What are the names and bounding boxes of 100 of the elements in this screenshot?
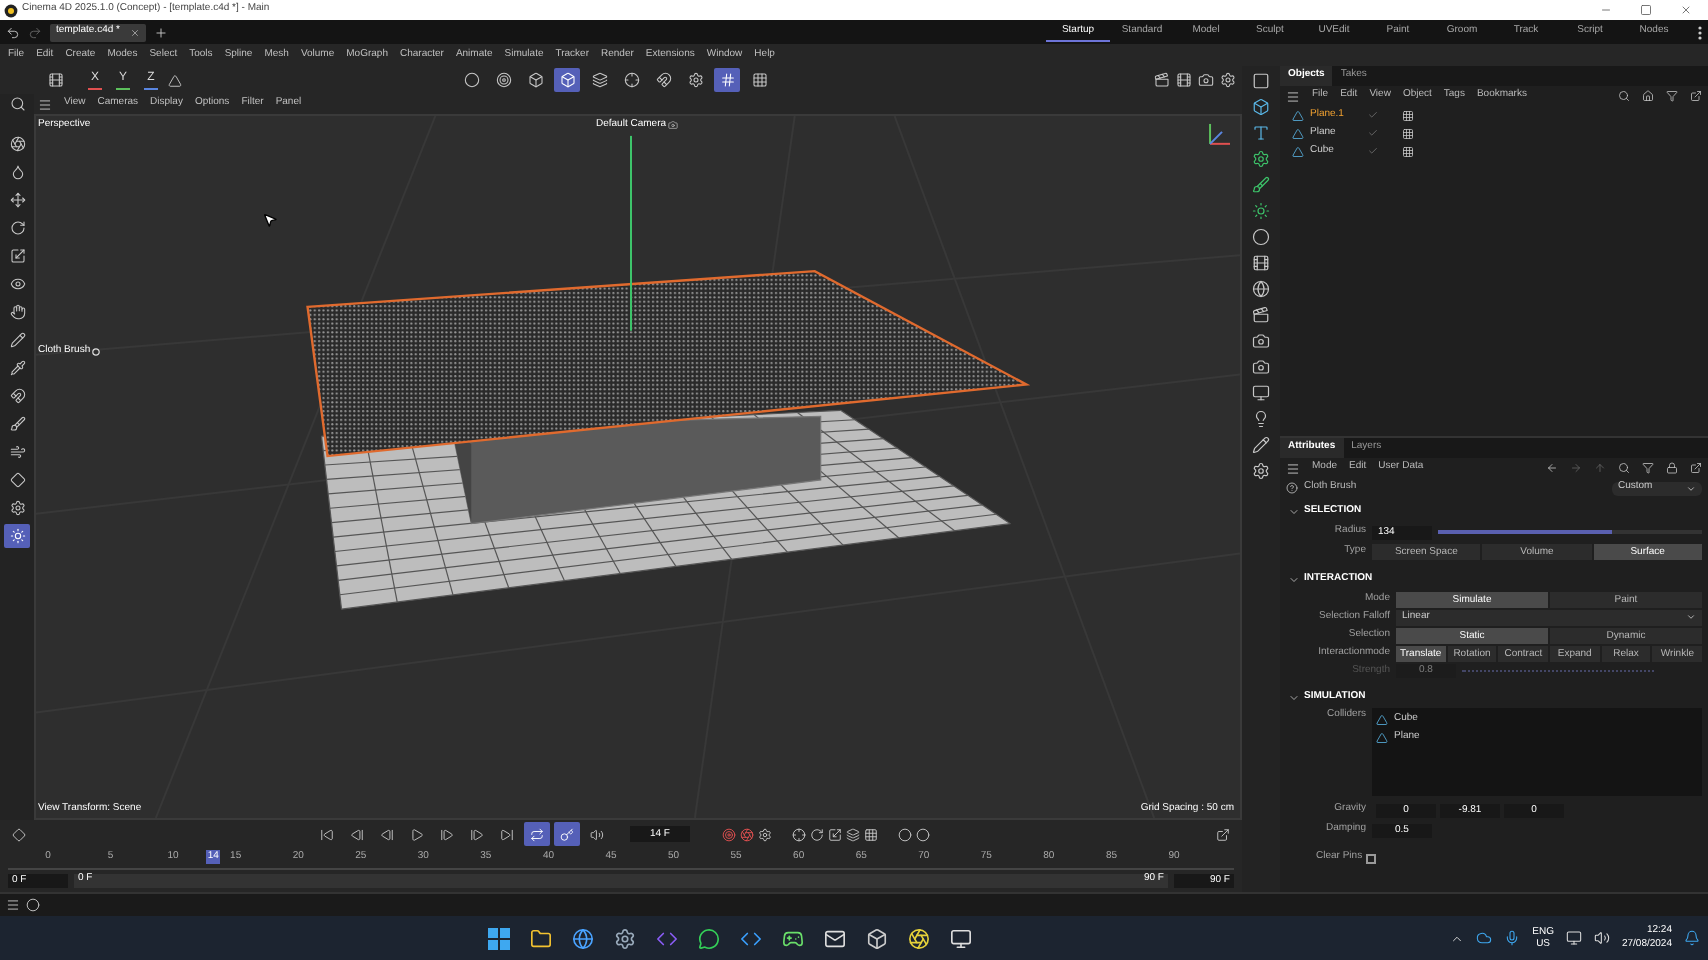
tag-icon[interactable] [1402,109,1414,121]
diamond-tool-icon [9,472,25,488]
menu-icon[interactable] [1286,461,1300,475]
pencil-tool-icon [9,332,25,348]
ring-tool-icon[interactable] [1252,228,1270,246]
chat-icon[interactable] [697,927,720,949]
grid-key-icon[interactable] [864,827,878,841]
key-settings-icon[interactable] [758,827,772,841]
target-tool-icon [495,72,511,88]
film-icon[interactable] [48,72,64,88]
microphone-icon[interactable] [1504,930,1521,946]
key-button[interactable] [554,822,580,846]
aperture-tool-icon [9,136,25,152]
network-icon[interactable] [1565,930,1582,946]
text-tool-icon[interactable] [1252,124,1270,142]
status-icon[interactable] [26,898,40,912]
menu-icon[interactable] [6,898,20,912]
notification-bell-icon[interactable] [1684,930,1700,946]
monitor-icon[interactable] [949,927,972,949]
search-icon[interactable] [9,96,25,112]
tag-icon[interactable] [1402,145,1414,157]
popout-icon[interactable] [1690,90,1702,102]
volume-icon[interactable] [1593,930,1610,946]
scale-key-icon[interactable] [828,827,842,841]
help-icon[interactable] [1286,482,1298,494]
gear-tool-icon[interactable] [1252,462,1270,480]
film-icon[interactable] [1176,72,1192,88]
clapperboard-tool-icon[interactable] [1252,306,1270,324]
brush-dot-icon [92,347,101,356]
windows-logo-icon[interactable] [487,927,510,949]
add-tab-icon[interactable] [153,25,168,39]
triangle-icon[interactable] [168,73,182,87]
camera-tool-icon[interactable] [1252,332,1270,350]
drop-tool-icon [9,164,25,180]
aperture-icon[interactable] [907,927,930,949]
globe-tool-icon[interactable] [1252,280,1270,298]
back-icon[interactable] [1546,462,1558,474]
cloud-icon[interactable] [1476,930,1493,946]
code-icon[interactable] [739,927,762,949]
grid-snap-button[interactable] [714,68,740,92]
collapse-chevron-icon[interactable] [1288,692,1300,704]
code-icon[interactable] [655,927,678,949]
collapse-chevron-icon[interactable] [1288,574,1300,586]
cube-tool-icon[interactable] [1252,98,1270,116]
popout-icon[interactable] [1690,462,1702,474]
globe-icon[interactable] [571,927,594,949]
collapse-chevron-icon[interactable] [1288,506,1300,518]
crosshair-tool-icon [623,72,639,88]
pipette-tool-icon [9,360,25,376]
gear-tool-icon[interactable] [1252,150,1270,168]
timeline-expand-icon[interactable] [1216,827,1230,841]
next-key-icon [470,827,484,841]
sound-icon [590,827,604,841]
dropdown-caret-icon [1686,612,1696,622]
rotate-tool-icon [9,220,25,236]
rotate-key-icon[interactable] [810,827,824,841]
render-settings-icon[interactable] [1220,72,1236,88]
hand-tool-icon [9,304,25,320]
film-tool-icon[interactable] [1252,254,1270,272]
maximize-icon[interactable] [1640,4,1652,16]
previous-key-icon [350,827,364,841]
brush-tool-icon [9,416,25,432]
clapperboard-icon[interactable] [1154,72,1170,88]
square-tool-icon[interactable] [1252,72,1270,90]
filter-icon[interactable] [1666,90,1678,102]
loop-button[interactable] [524,822,550,846]
gamepad-icon[interactable] [781,927,804,949]
brush-tool-icon[interactable] [1252,176,1270,194]
cube-mode-button[interactable] [554,68,580,92]
monitor-tool-icon[interactable] [1252,384,1270,402]
search-icon[interactable] [1618,462,1630,474]
circle-icon[interactable] [898,827,912,841]
tag-icon[interactable] [1402,127,1414,139]
layers-key-icon[interactable] [846,827,860,841]
crosshair-icon[interactable] [792,827,806,841]
mail-icon[interactable] [823,927,846,949]
undo-icon[interactable] [6,25,20,39]
camera-tool-icon[interactable] [1252,358,1270,376]
record-icon[interactable] [722,827,736,841]
sun-tool-icon[interactable] [1252,202,1270,220]
clear-pins-checkbox[interactable] [1366,853,1377,863]
folder-icon[interactable] [529,927,552,949]
lock-icon[interactable] [1666,462,1678,474]
menu-icon[interactable] [1286,89,1300,103]
search-icon[interactable] [1618,90,1630,102]
home-icon[interactable] [1642,90,1654,102]
menu-icon[interactable] [38,97,52,111]
pencil-tool-icon[interactable] [1252,436,1270,454]
filter-icon[interactable] [1642,462,1654,474]
box-tool-icon [527,72,543,88]
gear-tool-icon [9,500,25,516]
previous-frame-icon [380,827,394,841]
close-icon[interactable] [1680,4,1692,16]
circle-icon[interactable] [916,827,930,841]
keyframe-icon[interactable] [12,827,26,841]
chevron-up-icon[interactable] [1450,931,1465,945]
gear-icon[interactable] [613,927,636,949]
box-icon[interactable] [865,927,888,949]
redo-icon[interactable] [28,25,42,39]
camera-icon[interactable] [1198,72,1214,88]
